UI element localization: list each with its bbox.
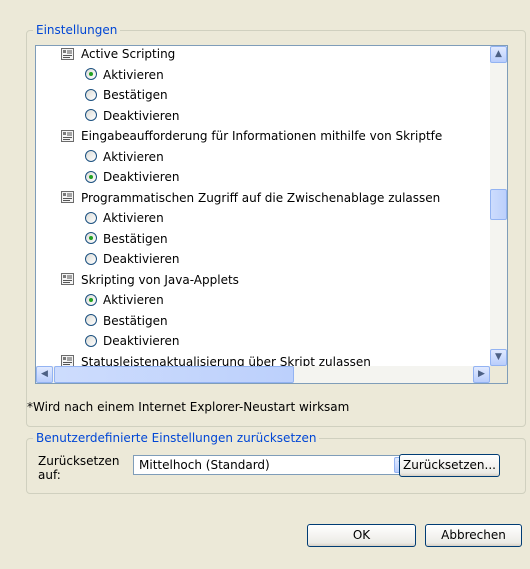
settings-option[interactable]: Bestätigen	[85, 85, 168, 105]
settings-tree[interactable]: Active Scripting Aktivieren Bestätigen Deak…	[35, 45, 508, 384]
reset-to-label-text: Zurücksetzen auf:	[38, 454, 120, 482]
radio-selected-icon[interactable]	[85, 293, 97, 306]
option-label: Aktivieren	[103, 293, 164, 307]
settings-option[interactable]: Deaktivieren	[85, 106, 179, 126]
category-label: Skripting von Java-Applets	[81, 272, 239, 287]
option-label: Aktivieren	[103, 149, 164, 164]
option-label: Bestätigen	[103, 231, 168, 246]
category-label: Active Scripting	[81, 47, 176, 61]
scroll-down-icon[interactable]: ▼	[490, 349, 507, 366]
script-settings-icon	[60, 128, 76, 144]
radio-unselected-icon[interactable]	[85, 109, 97, 121]
settings-option[interactable]: Bestätigen	[85, 311, 168, 331]
reset-button[interactable]: Zurücksetzen...	[399, 454, 500, 477]
category-label: Eingabeaufforderung für Informationen mi…	[81, 129, 443, 143]
settings-category: Programmatischen Zugriff auf die Zwische…	[60, 188, 440, 208]
radio-selected-icon[interactable]	[85, 170, 97, 183]
reset-group: Benutzerdefinierte Einstellungen zurücks…	[26, 430, 526, 494]
radio-selected-icon[interactable]	[85, 68, 97, 80]
settings-category: Eingabeaufforderung für Informationen mi…	[60, 126, 442, 146]
restart-note: *Wird nach einem Internet Explorer-Neust…	[27, 400, 350, 414]
radio-unselected-icon[interactable]	[85, 88, 97, 101]
radio-unselected-icon[interactable]	[85, 314, 97, 326]
settings-category: Active Scripting	[60, 46, 175, 64]
radio-selected-icon[interactable]	[85, 232, 97, 244]
option-label: Deaktivieren	[103, 334, 180, 348]
category-label: Statusleistenaktualisierung über Skript …	[81, 354, 371, 367]
reset-group-title: Benutzerdefinierte Einstellungen zurücks…	[33, 430, 320, 446]
scroll-right-icon[interactable]: ▶	[473, 366, 490, 383]
reset-to-label: Zurücksetzen auf:	[38, 454, 124, 482]
settings-group: Einstellungen Active Scripting Aktivieren…	[26, 22, 526, 427]
scroll-up-icon[interactable]: ▲	[490, 46, 507, 63]
vertical-scroll-thumb[interactable]	[490, 189, 507, 220]
radio-unselected-icon[interactable]	[85, 150, 97, 162]
vertical-scrollbar[interactable]: ▲ ▼	[490, 46, 507, 366]
settings-option[interactable]: Aktivieren	[85, 208, 164, 228]
option-label: Bestätigen	[103, 88, 168, 102]
settings-option[interactable]: Deaktivieren	[85, 331, 179, 351]
option-label: Aktivieren	[103, 67, 164, 82]
horizontal-scrollbar[interactable]: ◀ ▶	[36, 366, 490, 383]
option-label: Bestätigen	[103, 313, 168, 328]
settings-option[interactable]: Aktivieren	[85, 147, 164, 167]
security-level-value: Mittelhoch (Standard)	[139, 458, 270, 472]
category-label: Programmatischen Zugriff auf die Zwische…	[81, 190, 441, 205]
horizontal-scroll-thumb[interactable]	[54, 366, 294, 383]
script-settings-icon	[60, 189, 76, 205]
scroll-left-icon[interactable]: ◀	[36, 366, 53, 383]
settings-option[interactable]: Aktivieren	[85, 65, 164, 85]
option-label: Deaktivieren	[103, 170, 180, 184]
radio-unselected-icon[interactable]	[85, 252, 97, 265]
option-label: Deaktivieren	[103, 252, 180, 266]
radio-unselected-icon[interactable]	[85, 334, 97, 347]
settings-option[interactable]: Bestätigen	[85, 229, 168, 249]
settings-tree-viewport: Active Scripting Aktivieren Bestätigen Deak…	[36, 46, 490, 366]
settings-group-title: Einstellungen	[33, 22, 121, 38]
security-level-select[interactable]: Mittelhoch (Standard) ▼	[133, 455, 412, 475]
settings-option[interactable]: Aktivieren	[85, 290, 164, 310]
cancel-button[interactable]: Abbrechen	[425, 524, 522, 547]
option-label: Deaktivieren	[103, 108, 180, 123]
settings-option[interactable]: Deaktivieren	[85, 249, 179, 269]
settings-category: Statusleistenaktualisierung über Skript …	[60, 352, 371, 367]
scrollbar-corner	[490, 366, 507, 383]
radio-unselected-icon[interactable]	[85, 211, 97, 224]
option-label: Aktivieren	[103, 211, 164, 225]
settings-category: Skripting von Java-Applets	[60, 270, 239, 290]
script-settings-icon	[60, 353, 76, 366]
script-settings-icon	[60, 271, 76, 287]
ok-button[interactable]: OK	[307, 524, 416, 547]
settings-option[interactable]: Deaktivieren	[85, 167, 179, 187]
script-settings-icon	[60, 46, 76, 62]
